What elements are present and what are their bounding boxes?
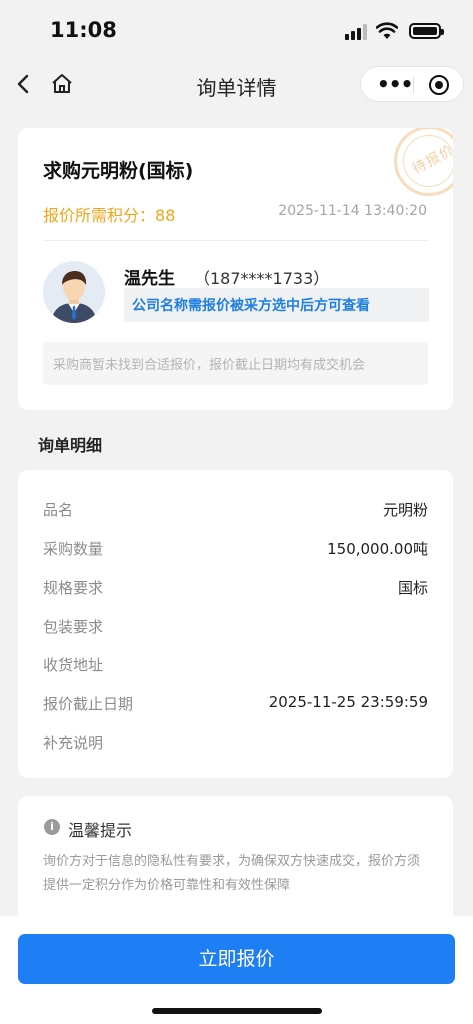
required-points: 报价所需积分：88: [43, 202, 175, 226]
buyer-phone: （187****1733）: [194, 269, 330, 288]
avatar: [43, 261, 105, 323]
detail-value: 国标: [397, 579, 428, 597]
detail-value: 150,000.00吨: [327, 540, 428, 558]
pending-quote-stamp: 待报价: [394, 128, 453, 196]
detail-label: 补充说明: [43, 734, 104, 752]
info-icon: i: [44, 819, 60, 835]
inquiry-title: 求购元明粉(国标): [43, 160, 194, 182]
details-section-title: 询单明细: [38, 436, 103, 455]
detail-row-product: 品名 元明粉: [43, 499, 428, 521]
tips-body: 询价方对于信息的隐私性有要求，为确保双方快速成交，报价方须提供一定积分作为价格可…: [43, 854, 421, 893]
inquiry-details-card: 品名 元明粉 采购数量 150,000.00吨 规格要求 国标 包装要求 收货地…: [18, 470, 453, 778]
inquiry-summary-card: 求购元明粉(国标) 待报价 报价所需积分：88 2025-11-14 13:40…: [18, 128, 453, 410]
detail-row-packaging: 包装要求: [43, 616, 428, 638]
detail-row-address: 收货地址: [43, 654, 428, 676]
status-bar: 11:08: [0, 0, 473, 60]
tips-card: i 温馨提示 询价方对于信息的隐私性有要求，为确保双方快速成交，报价方须提供一定…: [18, 796, 453, 926]
target-close-icon[interactable]: [429, 75, 449, 95]
detail-label: 收货地址: [43, 656, 104, 674]
detail-label: 采购数量: [43, 540, 104, 558]
tips-title: 温馨提示: [68, 821, 133, 840]
wifi-icon: [376, 22, 398, 39]
detail-row-remarks: 补充说明: [43, 732, 428, 754]
detail-value: 元明粉: [382, 501, 428, 519]
detail-row-quantity: 采购数量 150,000.00吨: [43, 538, 428, 560]
divider: [43, 240, 428, 241]
status-time: 11:08: [50, 18, 117, 42]
detail-label: 品名: [43, 501, 74, 519]
battery-icon: [409, 23, 444, 39]
bottom-action-bar: 立即报价: [0, 916, 473, 1024]
detail-row-spec: 规格要求 国标: [43, 577, 428, 599]
home-indicator: [152, 1008, 322, 1014]
detail-value: 2025-11-25 23:59:59: [268, 693, 428, 711]
quote-now-button[interactable]: 立即报价: [18, 934, 455, 984]
more-dots-icon[interactable]: •••: [377, 74, 413, 94]
company-name-notice: 公司名称需报价被采方选中后方可查看: [124, 288, 429, 322]
signal-icon: [345, 24, 369, 40]
user-avatar-icon: [43, 261, 105, 323]
detail-label: 报价截止日期: [43, 695, 134, 713]
nav-bar: 询单详情 •••: [0, 60, 473, 110]
capsule-divider: [413, 76, 414, 94]
points-value: 88: [155, 206, 176, 225]
buyer-name: 温先生: [124, 269, 175, 289]
inquiry-datetime: 2025-11-14 13:40:20: [278, 203, 427, 219]
quote-status-notice: 采购商暂未找到合适报价，报价截止日期均有成交机会: [43, 342, 428, 385]
points-label: 报价所需积分：: [43, 206, 156, 225]
detail-label: 包装要求: [43, 618, 104, 636]
detail-label: 规格要求: [43, 579, 104, 597]
mini-program-capsule: •••: [360, 66, 464, 102]
stamp-text: 待报价: [409, 142, 453, 178]
detail-row-deadline: 报价截止日期 2025-11-25 23:59:59: [43, 693, 428, 715]
